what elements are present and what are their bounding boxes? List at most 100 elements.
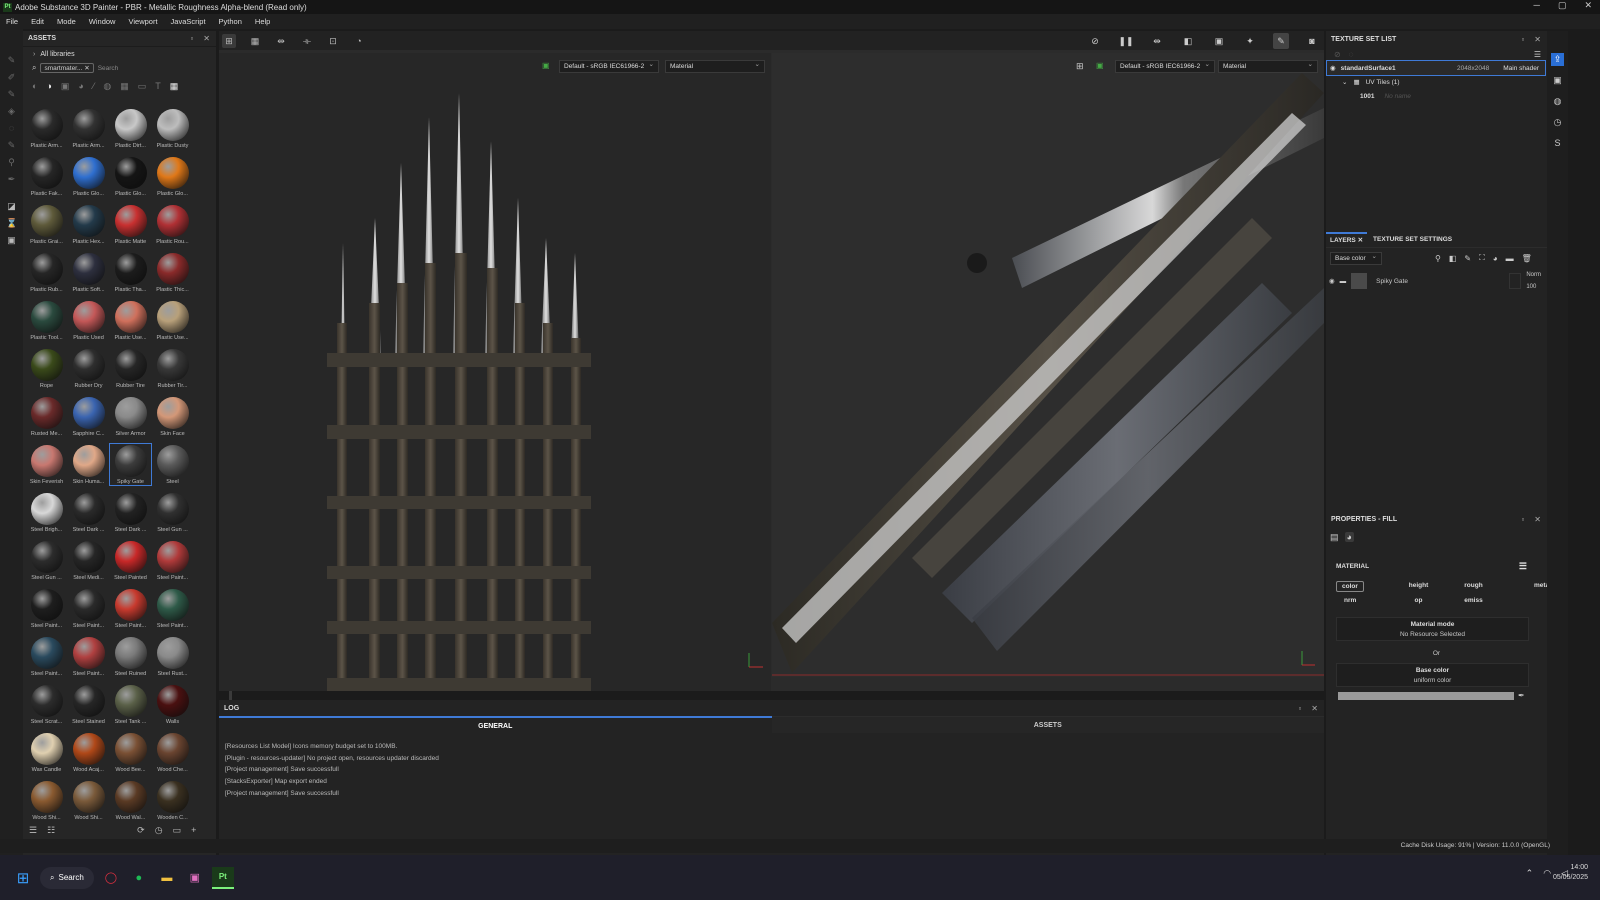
material-sphere-icon[interactable]: ◕ bbox=[1344, 532, 1354, 542]
share-icon[interactable]: ⇪ bbox=[1551, 53, 1564, 66]
add-fill-layer-icon[interactable]: ⛶ bbox=[1479, 253, 1485, 263]
tab-assets[interactable]: ASSETS bbox=[771, 716, 1324, 733]
smudge-icon[interactable]: ◌ bbox=[6, 123, 17, 134]
asset-tile[interactable]: Rubber Tir... bbox=[152, 348, 193, 389]
asset-tile[interactable]: Steel Tank ... bbox=[110, 684, 151, 725]
asset-tile[interactable]: Plastic Tool... bbox=[26, 300, 67, 341]
layer-channel-dropdown[interactable]: Base color bbox=[1330, 251, 1382, 265]
channel-rough[interactable]: rough bbox=[1459, 581, 1487, 592]
asset-tile[interactable]: Wood Che... bbox=[152, 732, 193, 773]
menu-file[interactable]: File bbox=[0, 17, 25, 26]
asset-tile[interactable]: Wax Candle bbox=[26, 732, 67, 773]
taskbar-search[interactable]: ⌕ Search bbox=[40, 866, 94, 889]
refresh-icon[interactable]: ⟳ bbox=[137, 825, 145, 836]
cube-icon[interactable]: ◧ bbox=[1180, 33, 1196, 49]
asset-tile[interactable]: Steel Dark ... bbox=[110, 492, 151, 533]
asset-tile[interactable]: Steel Paint... bbox=[26, 636, 67, 677]
asset-tile[interactable]: Steel Dark ... bbox=[68, 492, 109, 533]
menu-viewport[interactable]: Viewport bbox=[122, 17, 164, 26]
eraser-icon[interactable]: ✐ bbox=[6, 72, 17, 83]
channel-op[interactable]: op bbox=[1410, 596, 1428, 605]
asset-tile[interactable]: Plastic Glo... bbox=[110, 156, 151, 197]
search-input[interactable]: Search bbox=[98, 65, 119, 72]
fill-properties-icon[interactable]: ▤ bbox=[1330, 532, 1339, 543]
base-color-box[interactable]: Base color uniform color bbox=[1336, 663, 1529, 687]
history-icon[interactable]: ◷ bbox=[155, 825, 163, 836]
asset-tile[interactable]: Plastic Thic... bbox=[152, 252, 193, 293]
wifi-icon[interactable]: ◠ bbox=[1543, 868, 1551, 879]
geometry-mask-icon[interactable]: ◈ bbox=[6, 106, 17, 117]
windows-start-icon[interactable]: ⊞ bbox=[12, 867, 34, 889]
projection-icon[interactable]: ✎ bbox=[6, 89, 17, 100]
asset-tile[interactable]: Steel Scrat... bbox=[26, 684, 67, 725]
list-detail-icon[interactable]: ☷ bbox=[47, 825, 55, 836]
substance-painter-icon[interactable]: Pt bbox=[211, 866, 234, 889]
pause-icon[interactable]: ❚❚ bbox=[1118, 33, 1134, 49]
asset-tile[interactable]: Steel Gun ... bbox=[152, 492, 193, 533]
maximize-button[interactable]: ▢ bbox=[1558, 0, 1567, 11]
asset-tile[interactable]: Wood Shi... bbox=[68, 780, 109, 821]
options-icon[interactable]: ☰ bbox=[1519, 561, 1527, 572]
asset-tile[interactable]: Steel bbox=[152, 444, 193, 485]
asset-tile[interactable]: Wood Shi... bbox=[26, 780, 67, 821]
file-explorer-icon[interactable]: ▬ bbox=[156, 867, 178, 889]
asset-tile[interactable]: Plastic Grai... bbox=[26, 204, 67, 245]
tab-texture-set-settings[interactable]: TEXTURE SET SETTINGS bbox=[1367, 236, 1452, 243]
eye-icon[interactable]: ◉ bbox=[1330, 64, 1336, 72]
asset-tile[interactable]: Wood Acaj... bbox=[68, 732, 109, 773]
measure-icon[interactable]: ⌛ bbox=[6, 218, 17, 229]
tab-general[interactable]: GENERAL bbox=[219, 716, 772, 733]
symmetry-icon[interactable]: ⇹ bbox=[274, 34, 288, 48]
asset-tile[interactable]: Plastic Rub... bbox=[26, 252, 67, 293]
asset-tile[interactable]: Plastic Arm... bbox=[68, 108, 109, 149]
menu-javascript[interactable]: JavaScript bbox=[165, 17, 213, 26]
spotify-icon[interactable]: ● bbox=[128, 867, 150, 889]
asset-tile[interactable]: Plastic Glo... bbox=[152, 156, 193, 197]
asset-tile[interactable]: Plastic Soft... bbox=[68, 252, 109, 293]
add-folder-icon[interactable]: ▬ bbox=[1506, 254, 1514, 263]
asset-tile[interactable]: Plastic Fak... bbox=[26, 156, 67, 197]
iray-icon[interactable]: ✦ bbox=[1242, 33, 1258, 49]
float-panel-icon[interactable]: ▫ bbox=[190, 34, 193, 43]
add-smart-material-icon[interactable]: ◕ bbox=[1493, 254, 1498, 263]
menu-mode[interactable]: Mode bbox=[51, 17, 83, 26]
camera-icon[interactable]: ▣ bbox=[1211, 33, 1227, 49]
asset-tile[interactable]: Plastic Use... bbox=[152, 300, 193, 341]
menu-window[interactable]: Window bbox=[83, 17, 123, 26]
asset-tile[interactable]: Steel Brigh... bbox=[26, 492, 67, 533]
asset-tile[interactable]: Steel Rust... bbox=[152, 636, 193, 677]
float-props-icon[interactable]: ▫ bbox=[1521, 515, 1524, 524]
texture-set-row[interactable]: ◉ standardSurface1 2048x2048 Main shader bbox=[1326, 60, 1546, 76]
clone-icon[interactable]: ✎ bbox=[6, 140, 17, 151]
filter-smart-masks-icon[interactable]: ◕ bbox=[78, 81, 83, 91]
list-view-icon[interactable]: ☰ bbox=[29, 825, 37, 836]
asset-tile[interactable]: Plastic Glo... bbox=[68, 156, 109, 197]
asset-tile[interactable]: Plastic Use... bbox=[110, 300, 151, 341]
opera-icon[interactable]: ◯ bbox=[100, 867, 122, 889]
filter-fonts-icon[interactable]: T bbox=[155, 81, 161, 91]
minimize-button[interactable]: ─ bbox=[1534, 0, 1540, 11]
asset-tile[interactable]: Walls bbox=[152, 684, 193, 725]
menu-edit[interactable]: Edit bbox=[25, 17, 51, 26]
view-3d[interactable]: Default - sRGB IEC61966-2 Material ▣ bbox=[219, 53, 771, 691]
asset-tile[interactable]: Steel Paint... bbox=[68, 636, 109, 677]
asset-tile[interactable]: Skin Huma... bbox=[68, 444, 109, 485]
asset-tile[interactable]: Plastic Tha... bbox=[110, 252, 151, 293]
asset-tile[interactable]: Rubber Dry bbox=[68, 348, 109, 389]
menu-python[interactable]: Python bbox=[213, 17, 249, 26]
filter-all-icon[interactable]: ◐ bbox=[32, 81, 37, 91]
asset-tile[interactable]: Wood Bee... bbox=[110, 732, 151, 773]
asset-tile[interactable]: Sapphire C... bbox=[68, 396, 109, 437]
material-mode-box[interactable]: Material mode No Resource Selected bbox=[1336, 617, 1529, 641]
close-panel-icon[interactable]: ✕ bbox=[203, 34, 210, 43]
clock[interactable]: 14:00 05/05/2025 bbox=[1553, 863, 1588, 883]
close-texset-icon[interactable]: ✕ bbox=[1534, 35, 1541, 44]
symmetry-toggle-icon[interactable]: ⇹ bbox=[1149, 33, 1165, 49]
asset-tile[interactable]: Steel Paint... bbox=[152, 540, 193, 581]
asset-tile[interactable]: Wood Wal... bbox=[110, 780, 151, 821]
asset-tile[interactable]: Plastic Rou... bbox=[152, 204, 193, 245]
asset-tile[interactable]: Steel Stained bbox=[68, 684, 109, 725]
substance-icon[interactable]: S bbox=[1551, 137, 1564, 150]
add-effect-icon[interactable]: ⚲ bbox=[1435, 254, 1441, 263]
asset-tile[interactable]: Plastic Arm... bbox=[26, 108, 67, 149]
